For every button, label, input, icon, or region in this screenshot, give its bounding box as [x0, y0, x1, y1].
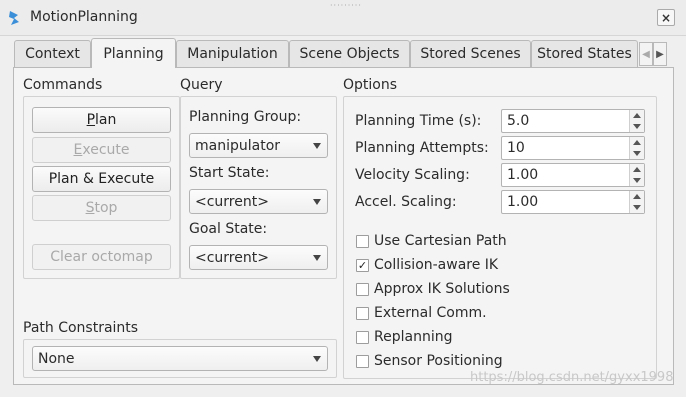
planning-attempts-label: Planning Attempts: [355, 140, 489, 156]
spin-arrows[interactable] [629, 110, 644, 132]
tab-scene-objects[interactable]: Scene Objects [289, 40, 410, 67]
approx-ik-solutions-label: Approx IK Solutions [374, 281, 510, 297]
rviz-app-icon [9, 11, 19, 25]
start-state-select[interactable]: <current> [189, 189, 328, 214]
chevron-down-icon [313, 142, 321, 149]
planning-time-label: Planning Time (s): [355, 113, 482, 129]
spin-up-icon[interactable] [633, 140, 641, 145]
use-cartesian-path-label: Use Cartesian Path [374, 233, 507, 249]
tab-context[interactable]: Context [14, 40, 91, 67]
replanning-label: Replanning [374, 329, 453, 345]
tab-stored-scenes[interactable]: Stored Scenes [410, 40, 531, 67]
accel-scaling-value: 1.00 [507, 194, 539, 210]
replanning-checkbox[interactable] [356, 331, 369, 344]
approx-ik-solutions-checkbox[interactable] [356, 283, 369, 296]
spin-up-icon[interactable] [633, 167, 641, 172]
plan-and-execute-button[interactable]: Plan & Execute [32, 166, 171, 192]
planning-time-spinbox[interactable]: 5.0 [501, 109, 645, 133]
velocity-scaling-value: 1.00 [507, 167, 539, 183]
accel-scaling-spinbox[interactable]: 1.00 [501, 190, 645, 214]
execute-button-label: Execute [73, 142, 130, 158]
options-title: Options [343, 77, 398, 93]
planning-group-value: manipulator [195, 137, 281, 154]
planning-time-value: 5.0 [507, 113, 530, 129]
tab-stored-states[interactable]: Stored States [531, 40, 638, 67]
planning-group-label: Planning Group: [189, 109, 302, 125]
spin-arrows[interactable] [629, 164, 644, 186]
window-title: MotionPlanning [30, 9, 138, 25]
path-constraints-select[interactable]: None [32, 346, 328, 371]
commands-title: Commands [23, 77, 103, 93]
start-state-label: Start State: [189, 165, 270, 181]
watermark-text: https://blog.csdn.net/gyxx1998 [470, 370, 674, 385]
spin-down-icon[interactable] [633, 124, 641, 129]
chevron-down-icon [313, 254, 321, 261]
goal-state-value: <current> [195, 249, 269, 266]
start-state-value: <current> [195, 193, 269, 210]
stop-button-label: Stop [85, 200, 118, 216]
planning-attempts-value: 10 [507, 140, 525, 156]
stop-button[interactable]: Stop [32, 195, 171, 221]
planning-attempts-spinbox[interactable]: 10 [501, 136, 645, 160]
tab-scroll-right-icon[interactable]: ▶ [653, 42, 667, 66]
collision-aware-ik-checkbox[interactable]: ✓ [356, 259, 369, 272]
clear-octomap-button[interactable]: Clear octomap [32, 244, 171, 270]
drag-grip-icon[interactable]: ········· [330, 1, 362, 10]
tab-manipulation[interactable]: Manipulation [176, 40, 289, 67]
tab-scroll-left-icon[interactable]: ◀ [639, 42, 653, 66]
planning-group-select[interactable]: manipulator [189, 133, 328, 158]
chevron-down-icon [313, 198, 321, 205]
accel-scaling-label: Accel. Scaling: [355, 194, 457, 210]
title-bar[interactable]: ········· MotionPlanning × [0, 0, 686, 36]
close-button[interactable]: × [657, 9, 675, 26]
query-title: Query [180, 77, 223, 93]
spin-up-icon[interactable] [633, 194, 641, 199]
spin-up-icon[interactable] [633, 113, 641, 118]
plan-button[interactable]: Plan [32, 107, 171, 133]
spin-down-icon[interactable] [633, 205, 641, 210]
sensor-positioning-checkbox[interactable] [356, 355, 369, 368]
velocity-scaling-spinbox[interactable]: 1.00 [501, 163, 645, 187]
external-comm-checkbox[interactable] [356, 307, 369, 320]
external-comm-label: External Comm. [374, 305, 487, 321]
velocity-scaling-label: Velocity Scaling: [355, 167, 470, 183]
spin-down-icon[interactable] [633, 151, 641, 156]
spin-arrows[interactable] [629, 191, 644, 213]
path-constraints-title: Path Constraints [23, 320, 139, 336]
execute-button[interactable]: Execute [32, 137, 171, 163]
chevron-down-icon [313, 355, 321, 362]
plan-button-label: Plan [86, 112, 117, 128]
spin-down-icon[interactable] [633, 178, 641, 183]
checkmark-icon: ✓ [357, 259, 368, 272]
goal-state-select[interactable]: <current> [189, 245, 328, 270]
use-cartesian-path-checkbox[interactable] [356, 235, 369, 248]
spin-arrows[interactable] [629, 137, 644, 159]
collision-aware-ik-label: Collision-aware IK [374, 257, 499, 273]
path-constraints-value: None [38, 350, 75, 367]
sensor-positioning-label: Sensor Positioning [374, 353, 503, 369]
tab-planning[interactable]: Planning [91, 38, 176, 68]
goal-state-label: Goal State: [189, 221, 268, 237]
